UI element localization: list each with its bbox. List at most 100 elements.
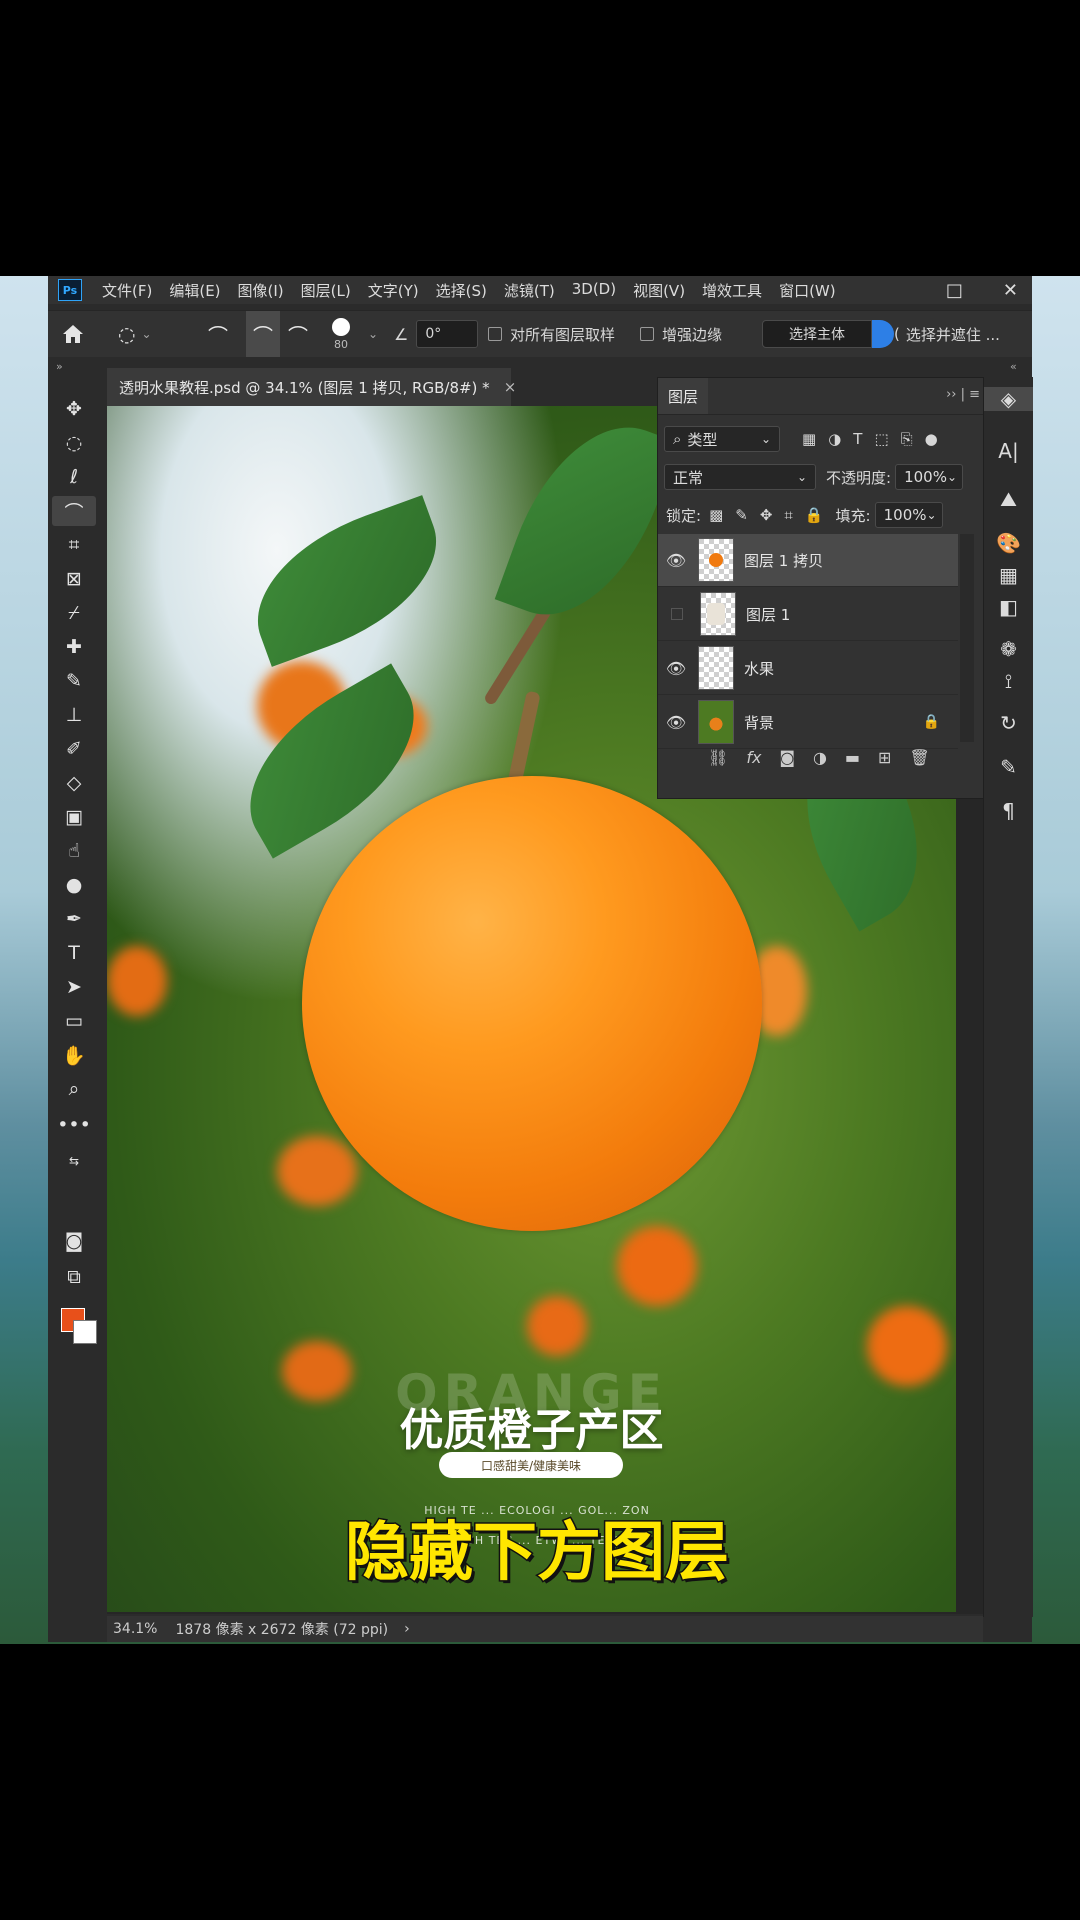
lock-all-icon[interactable]: 🔒 <box>805 506 824 524</box>
menu-layer[interactable]: 图层(L) <box>301 280 351 301</box>
brush-settings-icon[interactable]: ✎ <box>984 755 1033 779</box>
quick-mask-icon[interactable]: ◙ <box>52 1226 96 1256</box>
layer-row-background[interactable]: 👁 背景 🔒 <box>658 696 958 749</box>
menu-3d[interactable]: 3D(D) <box>572 280 616 301</box>
more-tools-icon[interactable]: ••• <box>52 1110 96 1140</box>
trash-icon[interactable]: 🗑 <box>909 748 929 767</box>
brush-tool-icon[interactable]: ✎ <box>52 666 96 696</box>
menu-file[interactable]: 文件(F) <box>102 280 152 301</box>
brush-size-picker[interactable]: 80 <box>332 311 350 357</box>
history-panel-icon[interactable]: ↻ <box>984 711 1033 735</box>
healing-brush-tool-icon[interactable]: ✚ <box>52 632 96 662</box>
quick-selection-tool-icon[interactable]: ⌒ <box>52 496 96 526</box>
subtract-selection-button[interactable]: ⌒ <box>288 311 308 357</box>
angle-field[interactable]: 0° <box>416 320 479 348</box>
menu-view[interactable]: 视图(V) <box>633 280 685 301</box>
add-mask-icon[interactable]: ◙ <box>779 748 795 767</box>
menu-select[interactable]: 选择(S) <box>436 280 487 301</box>
adjustment-layer-icon[interactable]: ◑ <box>813 748 827 767</box>
collapse-dock-icon[interactable]: « <box>1010 360 1017 373</box>
adjustment-filter-icon[interactable]: ◑ <box>828 430 841 448</box>
menu-plugins[interactable]: 增效工具 <box>702 280 762 301</box>
dodge-tool-icon[interactable]: ● <box>52 870 96 900</box>
grid-panel-icon[interactable]: ▦ <box>984 563 1033 587</box>
menu-window[interactable]: 窗口(W) <box>779 280 836 301</box>
maximize-icon[interactable]: □ <box>946 280 963 301</box>
libraries-panel-icon[interactable]: ⛰ <box>984 487 1033 511</box>
zoom-tool-icon[interactable]: ⌕ <box>52 1074 96 1104</box>
chevron-down-icon[interactable]: ⌄ <box>368 327 378 341</box>
eraser-tool-icon[interactable]: ◇ <box>52 768 96 798</box>
type-tool-icon[interactable]: T <box>52 938 96 968</box>
history-brush-tool-icon[interactable]: ✐ <box>52 734 96 764</box>
select-subject-button[interactable]: 选择主体 <box>762 320 872 348</box>
hand-tool-icon[interactable]: ✋ <box>52 1040 96 1070</box>
enhance-edge-option[interactable]: 增强边缘 <box>640 311 722 357</box>
lock-transparent-icon[interactable]: ▩ <box>709 506 723 524</box>
new-selection-button[interactable]: ⌒ <box>208 311 228 357</box>
pen-tool-icon[interactable]: ✒ <box>52 904 96 934</box>
move-tool-icon[interactable]: ✥ <box>52 394 96 424</box>
crop-tool-icon[interactable]: ⌗ <box>52 530 96 560</box>
filter-kind-dropdown[interactable]: ⌕ 类型 ⌄ <box>664 426 780 452</box>
menu-filter[interactable]: 滤镜(T) <box>504 280 555 301</box>
sample-all-layers-checkbox[interactable] <box>488 327 502 341</box>
visibility-toggle[interactable] <box>671 608 683 620</box>
channels-panel-icon[interactable]: ❁ <box>984 637 1033 661</box>
link-layers-icon[interactable]: ⛓ <box>708 748 728 767</box>
lock-pixels-icon[interactable]: ✎ <box>735 506 748 524</box>
lasso-tool-icon[interactable]: ℓ <box>52 462 96 492</box>
gradient-panel-icon[interactable]: ◧ <box>984 595 1033 619</box>
type-filter-icon[interactable]: T <box>853 430 862 448</box>
gradient-tool-icon[interactable]: ▣ <box>52 802 96 832</box>
rectangle-tool-icon[interactable]: ▭ <box>52 1006 96 1036</box>
close-tab-icon[interactable]: × <box>504 378 517 396</box>
opacity-field[interactable]: 100% ⌄ <box>895 464 964 490</box>
stamp-tool-icon[interactable]: ⊥ <box>52 700 96 730</box>
lock-position-icon[interactable]: ✥ <box>760 506 773 524</box>
path-selection-tool-icon[interactable]: ➤ <box>52 972 96 1002</box>
eye-icon[interactable]: 👁 <box>658 659 694 678</box>
eyedropper-tool-icon[interactable]: ⌿ <box>52 598 96 628</box>
layer-row-fruit[interactable]: 👁 水果 <box>658 642 958 695</box>
eye-icon[interactable]: 👁 <box>658 551 694 570</box>
shape-filter-icon[interactable]: ⬚ <box>874 430 888 448</box>
background-color-swatch[interactable] <box>73 1320 97 1344</box>
frame-tool-icon[interactable]: ⊠ <box>52 564 96 594</box>
sample-all-layers-option[interactable]: 对所有图层取样 <box>488 311 615 357</box>
swatches-panel-icon[interactable]: 🎨 <box>984 531 1033 555</box>
select-and-mask-button[interactable]: 选择并遮住 ... <box>906 324 1000 345</box>
menu-type[interactable]: 文字(Y) <box>368 280 419 301</box>
folder-icon[interactable]: ▬ <box>845 748 860 767</box>
layer-row-layer1-copy[interactable]: 👁 图层 1 拷贝 <box>658 534 958 587</box>
marquee-tool-icon[interactable]: ◌ <box>52 428 96 458</box>
filter-toggle-icon[interactable]: ● <box>925 430 938 448</box>
screen-mode-icon[interactable]: ⧉ <box>52 1262 96 1292</box>
pixel-filter-icon[interactable]: ▦ <box>802 430 816 448</box>
paths-panel-icon[interactable]: ⟟ <box>984 669 1033 693</box>
paragraph-panel-icon[interactable]: ¶ <box>984 799 1033 823</box>
new-layer-icon[interactable]: ⊞ <box>878 748 891 767</box>
close-icon[interactable]: ✕ <box>1003 280 1018 301</box>
collapse-toolbar-icon[interactable]: » <box>56 360 63 373</box>
tool-preset-picker[interactable]: ◌ ⌄ <box>118 311 152 357</box>
layers-scrollbar[interactable] <box>960 534 974 742</box>
home-button[interactable] <box>62 311 84 357</box>
menu-edit[interactable]: 编辑(E) <box>169 280 220 301</box>
eye-icon[interactable]: 👁 <box>658 713 694 732</box>
select-subject-dropdown[interactable] <box>872 320 894 348</box>
menu-image[interactable]: 图像(I) <box>238 280 284 301</box>
character-panel-icon[interactable]: A| <box>984 439 1033 463</box>
fill-field[interactable]: 100% ⌄ <box>874 502 943 528</box>
fx-icon[interactable]: fx <box>746 748 761 767</box>
smudge-tool-icon[interactable]: ☝ <box>52 836 96 866</box>
layers-panel-icon[interactable]: ◈ <box>984 387 1033 411</box>
layer-row-layer1[interactable]: 图层 1 <box>658 588 958 641</box>
zoom-level[interactable]: 34.1% <box>113 1621 157 1637</box>
panel-menu-icon[interactable]: ›› | ≡ <box>946 387 980 402</box>
swap-colors-icon[interactable]: ⇆ <box>52 1146 96 1176</box>
document-tab[interactable]: 透明水果教程.psd @ 34.1% (图层 1 拷贝, RGB/8#) * × <box>107 368 516 406</box>
layers-tab[interactable]: 图层 <box>658 378 708 414</box>
smart-object-filter-icon[interactable]: ⎘ <box>901 430 913 448</box>
lock-artboard-icon[interactable]: ⌗ <box>784 506 792 524</box>
